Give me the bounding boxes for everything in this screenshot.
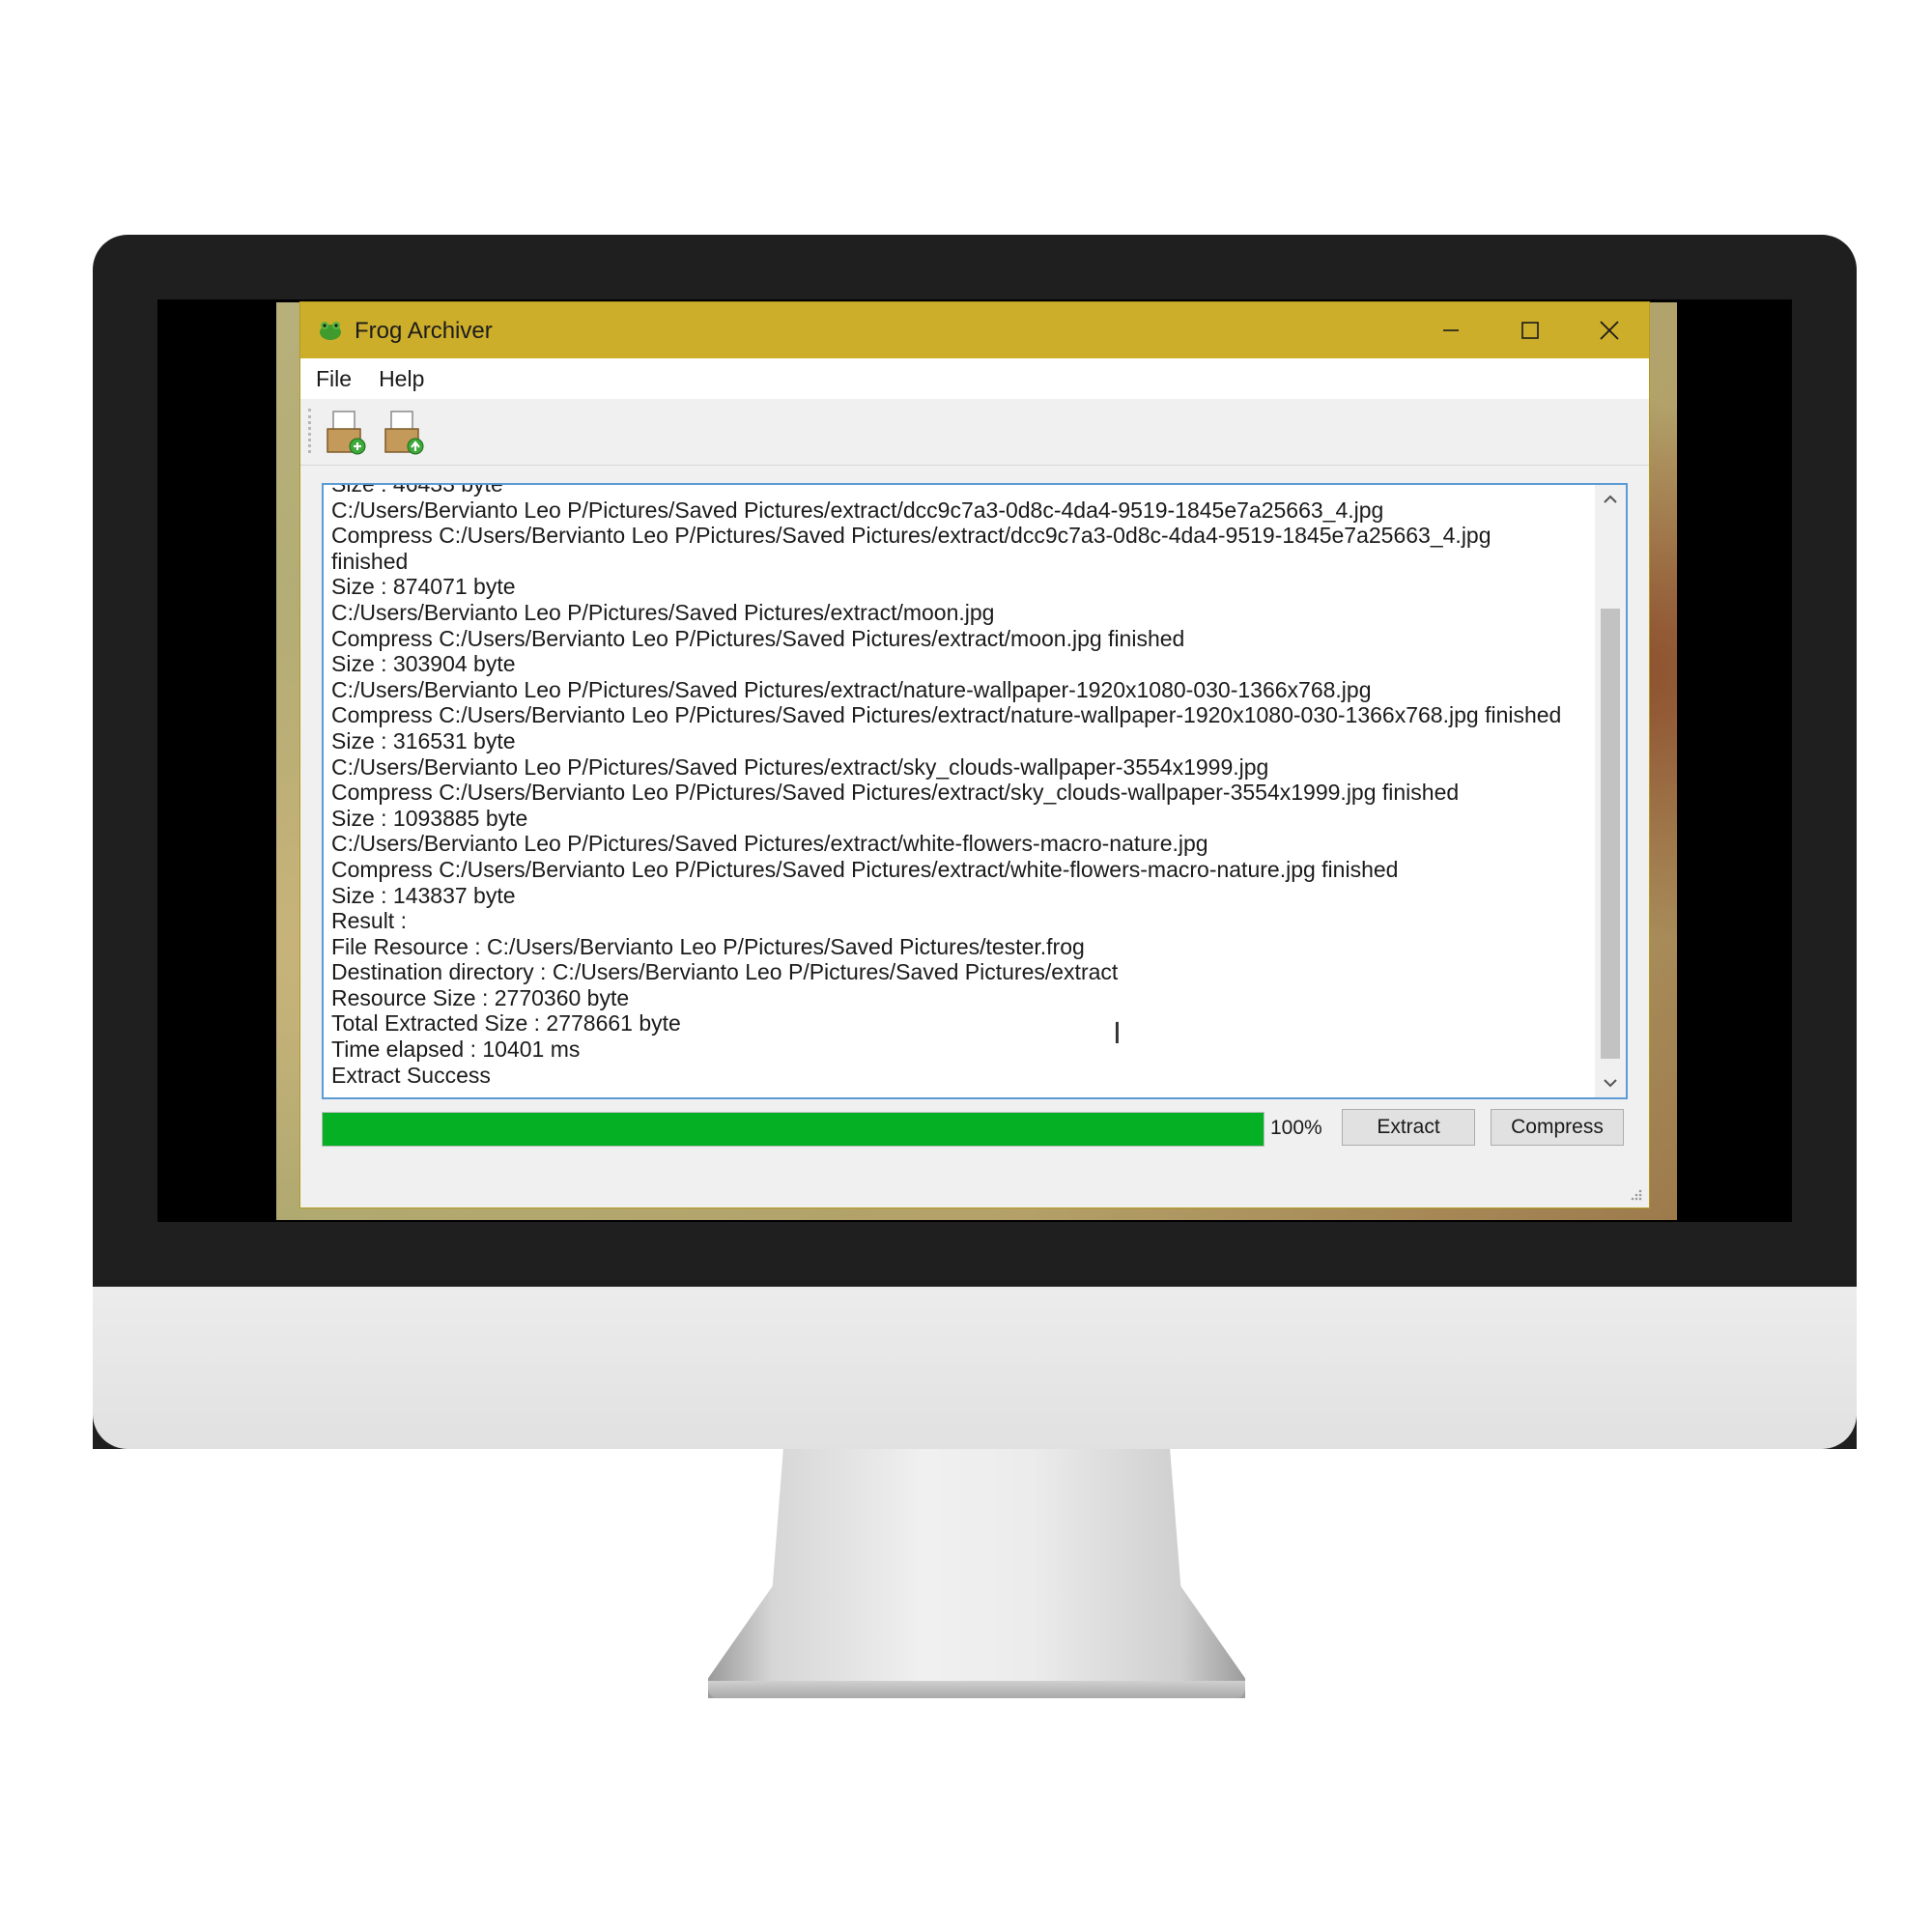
progress-label: 100% xyxy=(1270,1117,1322,1139)
log-line: C:/Users/Bervianto Leo P/Pictures/Saved … xyxy=(331,831,1208,857)
log-line: Compress C:/Users/Bervianto Leo P/Pictur… xyxy=(331,625,1185,651)
monitor-stand-base xyxy=(708,1681,1245,1698)
log-line: Resource Size : 2770360 byte xyxy=(331,984,630,1010)
progress-fill xyxy=(323,1113,1264,1146)
frog-icon xyxy=(320,322,341,340)
add-to-archive-icon[interactable] xyxy=(324,408,370,456)
scroll-down-button[interactable] xyxy=(1595,1068,1626,1097)
log-line: Size : 143837 byte xyxy=(331,882,516,908)
close-button[interactable] xyxy=(1570,302,1649,358)
log-line: Size : 46433 byte xyxy=(331,483,503,497)
chevron-up-icon xyxy=(1604,495,1617,503)
log-line: Time elapsed : 10401 ms xyxy=(331,1037,581,1063)
log-line: Extract Success xyxy=(331,1062,491,1088)
monitor-stand xyxy=(708,1449,1245,1698)
maximize-button[interactable] xyxy=(1491,302,1570,358)
log-line: Size : 1093885 byte xyxy=(331,805,528,831)
progress-bar xyxy=(322,1112,1264,1147)
log-line: C:/Users/Bervianto Leo P/Pictures/Saved … xyxy=(331,599,995,625)
menu-file[interactable]: File xyxy=(316,366,352,392)
log-line: finished xyxy=(331,548,409,574)
log-line: Compress C:/Users/Bervianto Leo P/Pictur… xyxy=(331,856,1399,882)
resize-grip-icon[interactable] xyxy=(1628,1186,1643,1202)
extract-archive-icon[interactable] xyxy=(382,408,428,456)
title-bar[interactable]: Frog Archiver xyxy=(300,302,1649,358)
monitor-screen: Frog Archiver File Help Size: 46433 byt… xyxy=(157,299,1792,1222)
scroll-up-button[interactable] xyxy=(1595,485,1626,514)
log-line: C:/Users/Bervianto Leo P/Pictures/Saved … xyxy=(331,676,1372,702)
log-line: C:/Users/Bervianto Leo P/Pictures/Saved … xyxy=(331,497,1384,523)
monitor-chin xyxy=(93,1287,1857,1449)
menu-help[interactable]: Help xyxy=(379,366,424,392)
log-line: Result : xyxy=(331,908,407,934)
log-text: Size : 46433 byte C:/Users/Bervianto Leo … xyxy=(331,483,1587,1088)
scroll-thumb[interactable] xyxy=(1601,609,1620,1059)
menu-bar: File Help xyxy=(300,358,1649,399)
log-line: Destination directory : C:/Users/Bervian… xyxy=(331,959,1119,985)
log-line: File Resource : C:/Users/Bervianto Leo P… xyxy=(331,933,1085,959)
extract-button[interactable]: Extract xyxy=(1342,1109,1475,1146)
minimize-icon xyxy=(1443,329,1459,331)
chevron-down-icon xyxy=(1604,1079,1617,1088)
window-title: Frog Archiver xyxy=(355,318,493,344)
text-cursor-icon: I xyxy=(1113,1017,1122,1051)
toolbar-grip[interactable] xyxy=(308,409,314,453)
vertical-scrollbar[interactable] xyxy=(1595,485,1626,1097)
log-line: Size : 316531 byte xyxy=(331,727,516,753)
log-output[interactable]: Size : 46433 byte C:/Users/Bervianto Leo … xyxy=(322,483,1628,1099)
maximize-icon xyxy=(1521,322,1539,339)
toolbar xyxy=(300,399,1649,466)
close-icon xyxy=(1600,321,1619,340)
compress-button[interactable]: Compress xyxy=(1491,1109,1624,1146)
log-line: Compress C:/Users/Bervianto Leo P/Pictur… xyxy=(331,780,1460,806)
minimize-button[interactable] xyxy=(1411,302,1491,358)
log-line: Size : 303904 byte xyxy=(331,651,516,677)
app-window: Frog Archiver File Help Size: 46433 byt… xyxy=(300,302,1649,1208)
log-line: Size : 874071 byte xyxy=(331,574,516,600)
log-line: Compress C:/Users/Bervianto Leo P/Pictur… xyxy=(331,702,1562,728)
log-line: C:/Users/Bervianto Leo P/Pictures/Saved … xyxy=(331,753,1269,780)
log-line: Compress C:/Users/Bervianto Leo P/Pictur… xyxy=(331,523,1492,549)
log-line: Total Extracted Size : 2778661 byte xyxy=(331,1010,681,1037)
